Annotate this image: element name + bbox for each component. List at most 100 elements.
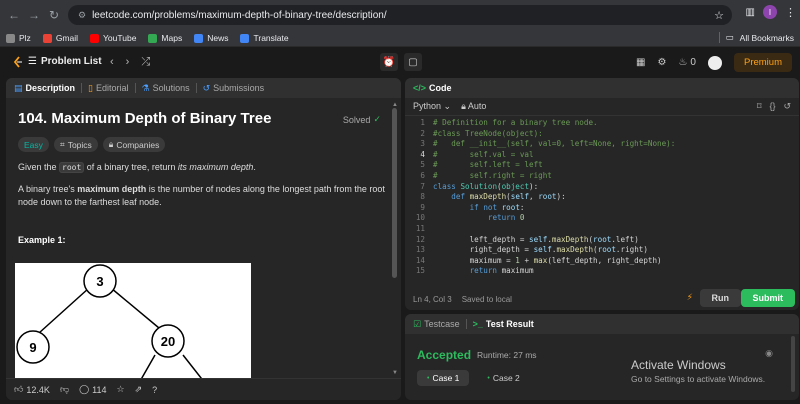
description-footer: 👍︎ 12.4K 👎︎ ◯ 114 ☆ ⇗ ? (6, 378, 401, 400)
case-2-tab[interactable]: • Case 2 (477, 370, 529, 386)
tab-solutions[interactable]: ⚗ Solutions (142, 83, 190, 94)
timer-icon[interactable]: ⏰ (380, 53, 398, 71)
code-line[interactable]: 7 class Solution(object): (405, 182, 799, 193)
companies-label: Companies (116, 139, 160, 150)
result-scrollbar[interactable] (791, 336, 795, 392)
bookmark-translate[interactable]: Translate (240, 33, 289, 43)
code-line[interactable]: 11 (405, 224, 799, 235)
leetcode-logo-icon[interactable] (12, 56, 24, 68)
share-button[interactable]: ⇗ (135, 384, 143, 395)
tab-testcase[interactable]: ☑ Testcase (413, 319, 460, 330)
result-panel: ☑ Testcase >_ Test Result Accepted Runti… (405, 314, 799, 400)
line-number: 12 (415, 234, 425, 244)
premium-button[interactable]: Premium (733, 53, 792, 72)
companies-badge[interactable]: 🔒︎ Companies (102, 137, 166, 152)
prev-problem-icon[interactable]: ‹ (110, 56, 114, 69)
code-line[interactable]: 4 # self.val = val (405, 150, 799, 161)
favorite-button[interactable]: ☆ (117, 384, 125, 395)
definition-paragraph: A binary tree's maximum depth is the num… (18, 183, 389, 209)
line-number: 14 (415, 255, 425, 265)
braces-icon[interactable]: {} (769, 101, 775, 112)
bookmark-icon[interactable]: ⌑ (757, 101, 762, 112)
tree-edge (110, 287, 166, 334)
notes-icon[interactable]: ▢ (404, 53, 422, 71)
tab-label: Submissions (213, 83, 265, 93)
news-icon (194, 33, 204, 43)
help-button[interactable]: ? (152, 385, 157, 395)
code-text: # self.left = left (433, 160, 543, 170)
bookmark-maps[interactable]: Maps (148, 33, 182, 43)
topics-badge[interactable]: ⌗ Topics (53, 137, 98, 152)
auto-mode[interactable]: 🔒︎ Auto (461, 101, 486, 112)
tab-divider (465, 319, 467, 329)
language-select[interactable]: Python ⌄ (413, 101, 451, 112)
lock-icon: 🔒︎ (108, 139, 114, 149)
bookmark-label: Gmail (55, 33, 79, 43)
code-line[interactable]: 15 return maximum (405, 266, 799, 277)
bookmark-youtube[interactable]: YouTube (90, 33, 136, 43)
code-line[interactable]: 9 if not root: (405, 203, 799, 214)
tab-code[interactable]: </> Code (413, 83, 452, 93)
code-line[interactable]: 2 #class TreeNode(object): (405, 129, 799, 140)
all-bookmarks[interactable]: All Bookmarks (740, 33, 794, 43)
emphasis: its maximum depth (177, 162, 254, 172)
code-line[interactable]: 12 left_depth = self.maxDepth(root.left) (405, 235, 799, 246)
menu-kebab-icon[interactable]: ⋮ (785, 6, 796, 19)
back-icon[interactable]: ← (4, 5, 24, 25)
case-1-tab[interactable]: • Case 1 (417, 370, 470, 386)
bookmarks-bar: ▭ All Bookmarks Plz Gmail YouTube Maps News T… (0, 30, 800, 47)
bold-term: maximum depth (77, 184, 147, 194)
bookmark-star-icon[interactable]: ☆ (714, 9, 724, 22)
tab-submissions[interactable]: ↺ Submissions (203, 83, 265, 94)
forward-icon[interactable]: → (24, 5, 44, 25)
reload-icon[interactable]: ↻ (44, 5, 64, 25)
bookmark-news[interactable]: News (194, 33, 228, 43)
description-scrollbar[interactable] (392, 108, 397, 278)
run-button[interactable]: Run (699, 289, 741, 307)
tab-test-result[interactable]: >_ Test Result (473, 319, 534, 329)
code-line[interactable]: 8 def maxDepth(self, root): (405, 192, 799, 203)
tab-description[interactable]: ▤ Description (14, 83, 75, 94)
shuffle-icon[interactable]: ⤮ (141, 56, 150, 69)
tab-divider (134, 83, 136, 93)
line-number: 13 (415, 245, 425, 255)
profile-avatar[interactable]: I (763, 5, 777, 19)
code-line[interactable]: 6 # self.right = right (405, 171, 799, 182)
code-editor[interactable]: 1 # Definition for a binary tree node. 2 #c… (405, 118, 799, 282)
flask-icon: ⚗ (141, 82, 150, 93)
scroll-down-icon[interactable]: ▼ (392, 370, 398, 376)
reset-icon[interactable]: ↺ (783, 101, 791, 112)
code-line[interactable]: 13 right_depth = self.maxDepth(root.righ… (405, 245, 799, 256)
streak-count: 0 (690, 57, 696, 68)
comments-button[interactable]: ◯ 114 (79, 384, 106, 395)
eye-icon[interactable]: ◉ (765, 348, 773, 359)
site-info-icon[interactable]: ⚙ (78, 10, 86, 21)
submit-button[interactable]: Submit (740, 289, 795, 307)
check-circle-icon: ✓ (373, 114, 381, 124)
streak-counter[interactable]: ♨ 0 (678, 57, 696, 68)
code-text: right_depth = self.maxDepth(root.right) (433, 245, 648, 255)
code-line[interactable]: 10 return 0 (405, 213, 799, 224)
dislike-button[interactable]: 👎︎ (60, 384, 69, 395)
bookmark-gmail[interactable]: Gmail (42, 33, 79, 43)
tab-editorial[interactable]: ▯ Editorial (88, 83, 128, 94)
line-number: 3 (420, 139, 425, 149)
code-line[interactable]: 1 # Definition for a binary tree node. (405, 118, 799, 129)
fire-icon[interactable]: ⚡ (687, 292, 693, 303)
code-line[interactable]: 3 # def __init__(self, val=0, left=None, … (405, 139, 799, 150)
problem-statement: Given the root of a binary tree, return … (18, 161, 389, 174)
code-line[interactable]: 5 # self.left = left (405, 160, 799, 171)
next-problem-icon[interactable]: › (126, 56, 130, 69)
user-avatar[interactable] (707, 55, 722, 70)
layout-grid-icon[interactable]: ▦ (636, 57, 645, 68)
like-button[interactable]: 👍︎ 12.4K (14, 384, 50, 395)
address-bar[interactable]: ⚙ leetcode.com/problems/maximum-depth-of… (68, 5, 732, 25)
side-panel-icon[interactable]: ▥ (746, 7, 755, 18)
text: A binary tree's (18, 184, 78, 194)
problem-list-button[interactable]: ☰ Problem List (28, 56, 102, 67)
problem-title[interactable]: 104. Maximum Depth of Binary Tree (18, 110, 389, 127)
code-line[interactable]: 14 maximum = 1 + max(left_depth, right_d… (405, 256, 799, 267)
bookmark-label: YouTube (103, 33, 137, 43)
settings-gear-icon[interactable]: ⚙ (657, 57, 666, 68)
bookmark-plz[interactable]: Plz (6, 33, 31, 43)
